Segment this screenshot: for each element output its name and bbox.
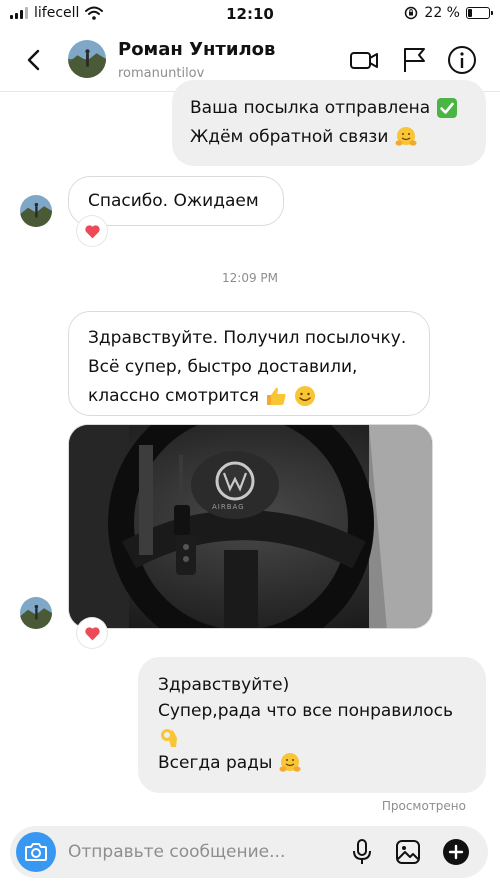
message-text: Спасибо. Ожидаем [88, 191, 259, 211]
battery-percent: 22 % [424, 5, 460, 21]
thumbs-up-icon [267, 387, 286, 405]
message-outgoing[interactable]: Здравствуйте) Супер,рада что все понрави… [138, 657, 486, 793]
photo-message[interactable]: AIRBAG [68, 424, 433, 629]
message-composer [10, 826, 488, 878]
status-bar: lifecell 12:10 22 % [0, 0, 500, 28]
orientation-lock-icon [405, 6, 418, 20]
add-button[interactable] [440, 836, 472, 868]
chevron-left-icon[interactable] [18, 44, 50, 76]
message-incoming[interactable]: Здравствуйте. Получил посылочку. Всё суп… [68, 311, 430, 416]
steering-wheel-photo [69, 425, 432, 628]
reaction-badge[interactable] [77, 216, 107, 246]
gallery-icon [396, 840, 420, 864]
hugging-face-icon [395, 127, 417, 146]
message-line: Ждём обратной связи [190, 123, 486, 152]
airbag-label: AIRBAG [212, 503, 245, 511]
seen-status: Просмотрено [381, 799, 466, 813]
message-outgoing[interactable]: Ваша посылка отправлена Ждём обратной св… [172, 80, 486, 166]
message-line: Всегда рады [158, 750, 486, 776]
microphone-button[interactable] [346, 836, 378, 868]
message-line: Ваша посылка отправлена [190, 94, 486, 123]
message-line: Здравствуйте) [158, 675, 290, 695]
battery-icon [466, 7, 493, 19]
camera-icon [25, 843, 47, 861]
camera-button[interactable] [16, 832, 56, 872]
check-mark-icon [436, 98, 457, 118]
message-line: Супер,рада что все понравилось [158, 701, 454, 721]
battery-level [468, 9, 473, 17]
message-line [158, 724, 486, 750]
contact-name[interactable]: Роман Унтилов [118, 39, 275, 60]
smiling-face-icon [294, 386, 315, 406]
flag-icon[interactable] [398, 44, 430, 76]
contact-username[interactable]: romanuntilov [118, 66, 204, 81]
message-line: классно смотрится [88, 382, 429, 411]
timestamp: 12:09 PM [222, 271, 278, 285]
ok-hand-icon [161, 729, 177, 747]
message-line: Здравствуйте. Получил посылочку. [88, 328, 407, 348]
message-input[interactable] [68, 836, 318, 868]
avatar[interactable] [68, 40, 106, 78]
message-line: Всё супер, быстро доставили, [88, 357, 358, 377]
avatar[interactable] [20, 195, 52, 227]
gallery-button[interactable] [392, 836, 424, 868]
microphone-icon [353, 839, 371, 864]
reaction-badge[interactable] [77, 618, 107, 648]
heart-icon [84, 224, 100, 238]
heart-icon [84, 626, 100, 640]
hugging-face-icon [279, 753, 301, 772]
info-icon[interactable] [446, 44, 478, 76]
video-camera-icon[interactable] [348, 44, 380, 76]
plus-icon [443, 839, 469, 865]
avatar[interactable] [20, 597, 52, 629]
status-right: 22 % [404, 5, 493, 21]
